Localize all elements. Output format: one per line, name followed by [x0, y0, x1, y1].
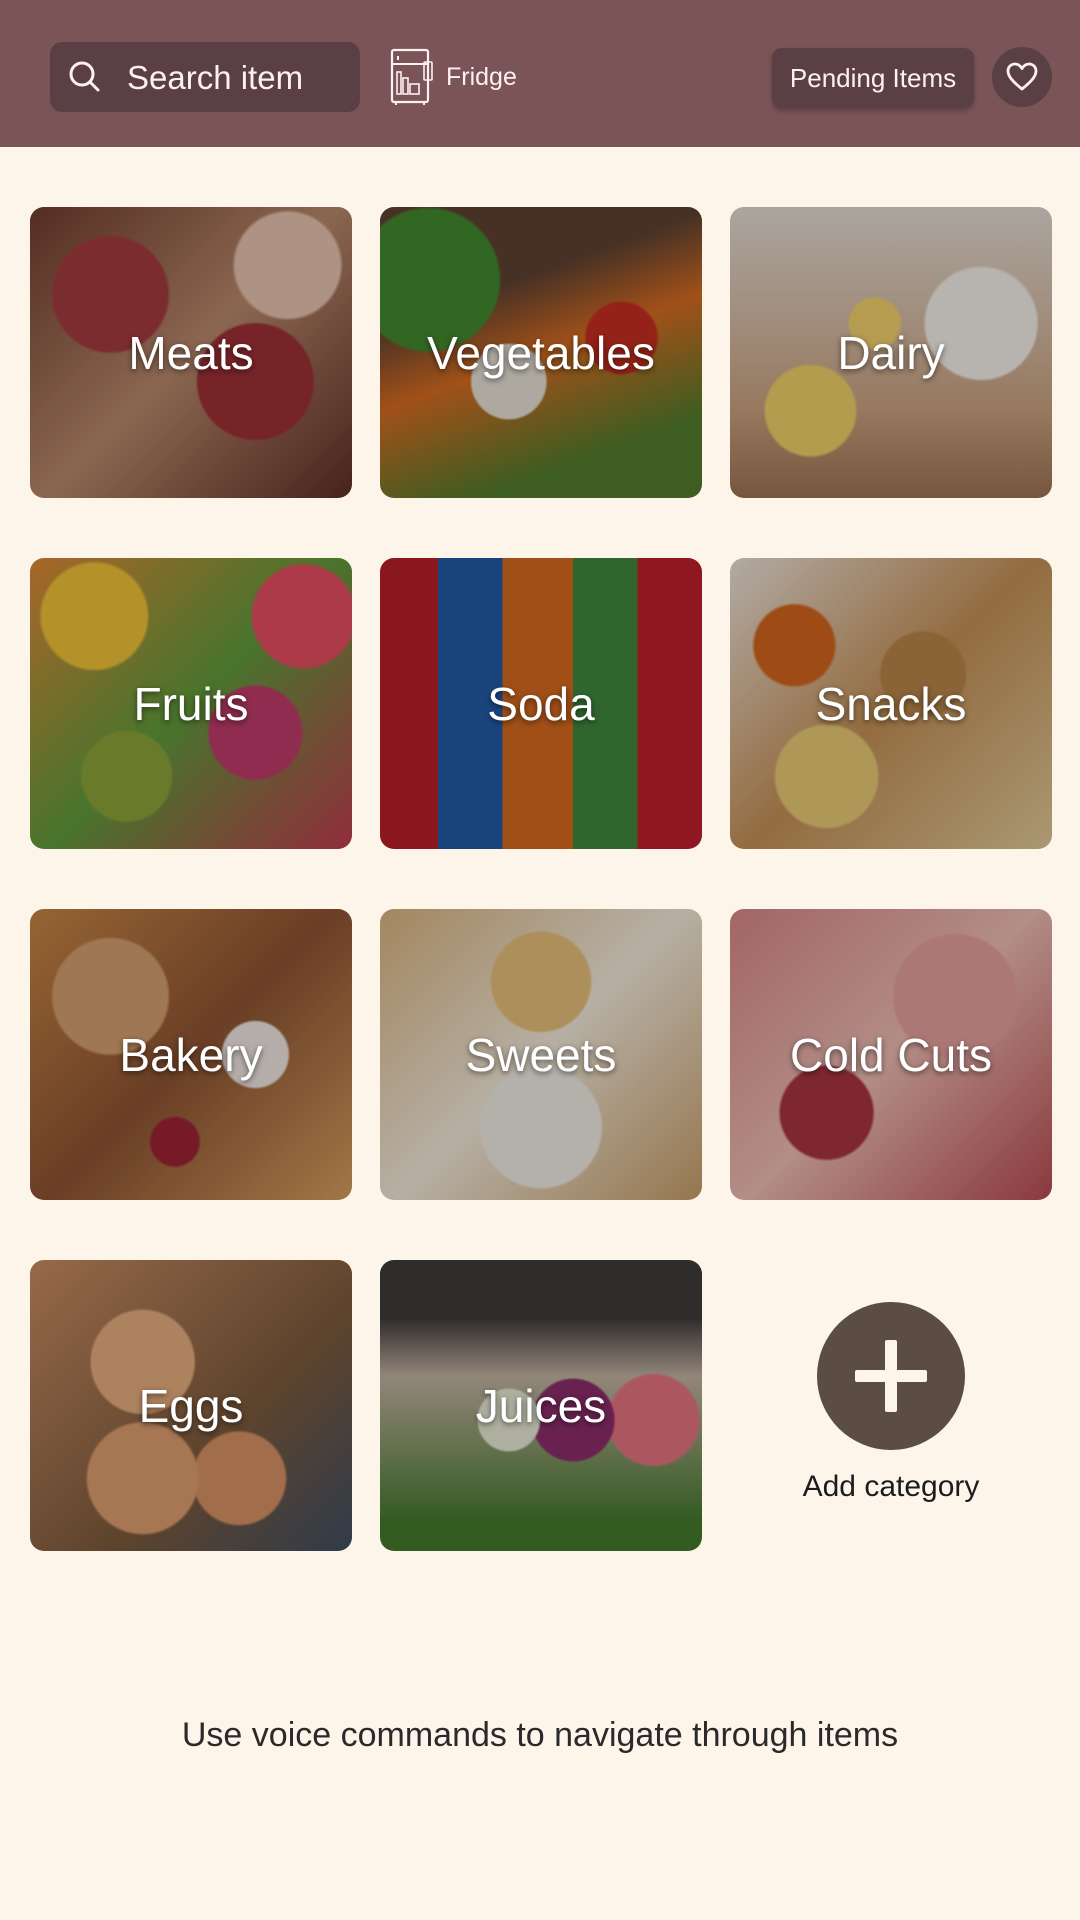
pending-items-button[interactable]: Pending Items	[772, 48, 974, 108]
category-tile-eggs[interactable]: Eggs	[30, 1260, 352, 1551]
search-icon	[69, 61, 100, 92]
category-tile-fruits[interactable]: Fruits	[30, 558, 352, 849]
category-tile-sweets[interactable]: Sweets	[380, 909, 702, 1200]
category-name: Soda	[487, 677, 595, 730]
add-category-label: Add category	[802, 1470, 980, 1503]
category-name: Eggs	[138, 1379, 244, 1432]
category-tile-meats[interactable]: Meats	[30, 207, 352, 498]
fridge-icon	[390, 48, 433, 105]
top-bar: Search item Fridge Pending Items	[0, 0, 1080, 147]
category-name: Fruits	[133, 677, 249, 730]
category-tile-vegetables[interactable]: Vegetables	[380, 207, 702, 498]
category-name: Dairy	[837, 326, 945, 379]
search-bar[interactable]: Search item	[50, 42, 360, 112]
category-tile-snacks[interactable]: Snacks	[730, 558, 1052, 849]
add-category-button[interactable]	[817, 1302, 965, 1450]
category-tile-cold-cuts[interactable]: Cold Cuts	[730, 909, 1052, 1200]
category-name: Snacks	[815, 677, 967, 730]
category-name: Bakery	[119, 1028, 263, 1081]
voice-command-hint: Use voice commands to navigate through i…	[181, 1716, 899, 1754]
category-tile-soda[interactable]: Soda	[380, 558, 702, 849]
add-category: Add category	[730, 1302, 1052, 1512]
category-tile-juices[interactable]: Juices	[380, 1260, 702, 1551]
category-name: Juices	[475, 1379, 607, 1432]
category-name: Sweets	[465, 1028, 617, 1081]
category-name: Meats	[128, 326, 254, 379]
category-tile-dairy[interactable]: Dairy	[730, 207, 1052, 498]
fridge-selector[interactable]: Fridge	[388, 48, 517, 106]
plus-icon	[855, 1340, 927, 1412]
search-placeholder: Search item	[127, 59, 304, 96]
category-name: Vegetables	[427, 326, 655, 379]
favorites-button[interactable]	[992, 47, 1052, 107]
category-tile-bakery[interactable]: Bakery	[30, 909, 352, 1200]
category-name: Cold Cuts	[790, 1028, 992, 1081]
heart-icon	[1006, 62, 1038, 91]
fridge-label: Fridge	[446, 62, 517, 91]
